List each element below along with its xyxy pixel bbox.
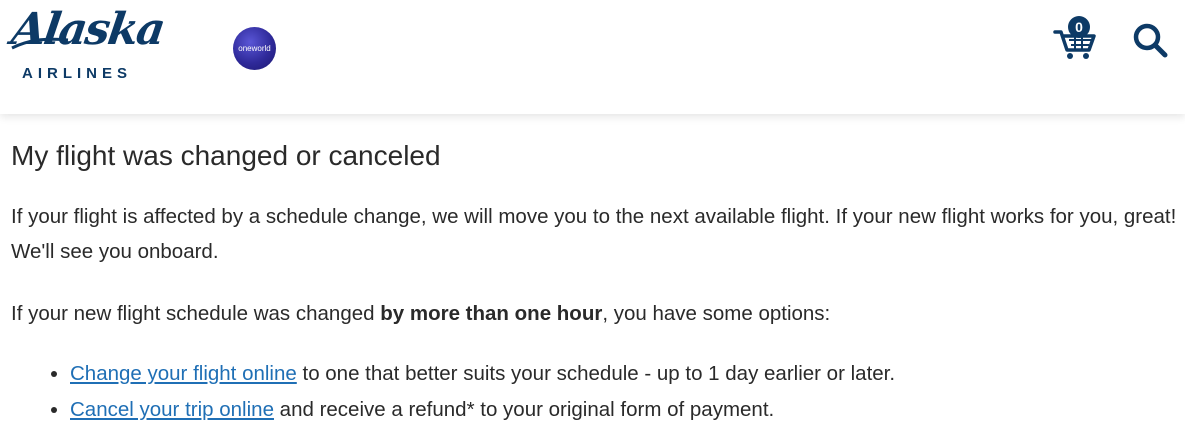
schedule-change-paragraph: If your flight is affected by a schedule… bbox=[11, 205, 1177, 263]
options-intro-text-end: , you have some options: bbox=[602, 302, 831, 325]
change-flight-text: to one that better suits your schedule -… bbox=[296, 362, 896, 385]
options-intro-bold: by more than one hour bbox=[380, 302, 603, 325]
logo-swoosh-icon bbox=[11, 37, 69, 50]
oneworld-badge: oneworld bbox=[233, 27, 276, 70]
list-item: Cancel your trip online and receive a re… bbox=[70, 392, 1170, 428]
cancel-trip-link[interactable]: Cancel your trip online bbox=[70, 398, 274, 421]
options-intro-paragraph: If your new flight schedule was changed … bbox=[11, 296, 1181, 331]
search-icon bbox=[1133, 23, 1168, 58]
logo-subtext: AIRLINES bbox=[22, 65, 133, 82]
page-title: My flight was changed or canceled bbox=[11, 140, 441, 171]
site-header: Alaska AIRLINES oneworld 0 bbox=[0, 0, 1185, 114]
cart-count-badge: 0 bbox=[1068, 16, 1090, 38]
oneworld-label: oneworld bbox=[238, 44, 271, 53]
change-flight-link[interactable]: Change your flight online bbox=[70, 362, 297, 385]
list-item: Change your flight online to one that be… bbox=[70, 356, 1170, 392]
options-list: Change your flight online to one that be… bbox=[28, 356, 1170, 428]
cart-button[interactable]: 0 bbox=[1053, 16, 1099, 60]
cancel-trip-text: and receive a refund* to your original f… bbox=[273, 398, 775, 421]
search-button[interactable] bbox=[1132, 22, 1168, 58]
alaska-airlines-logo[interactable]: Alaska AIRLINES bbox=[8, 4, 190, 84]
options-intro-text: If your new flight schedule was changed bbox=[11, 302, 381, 325]
